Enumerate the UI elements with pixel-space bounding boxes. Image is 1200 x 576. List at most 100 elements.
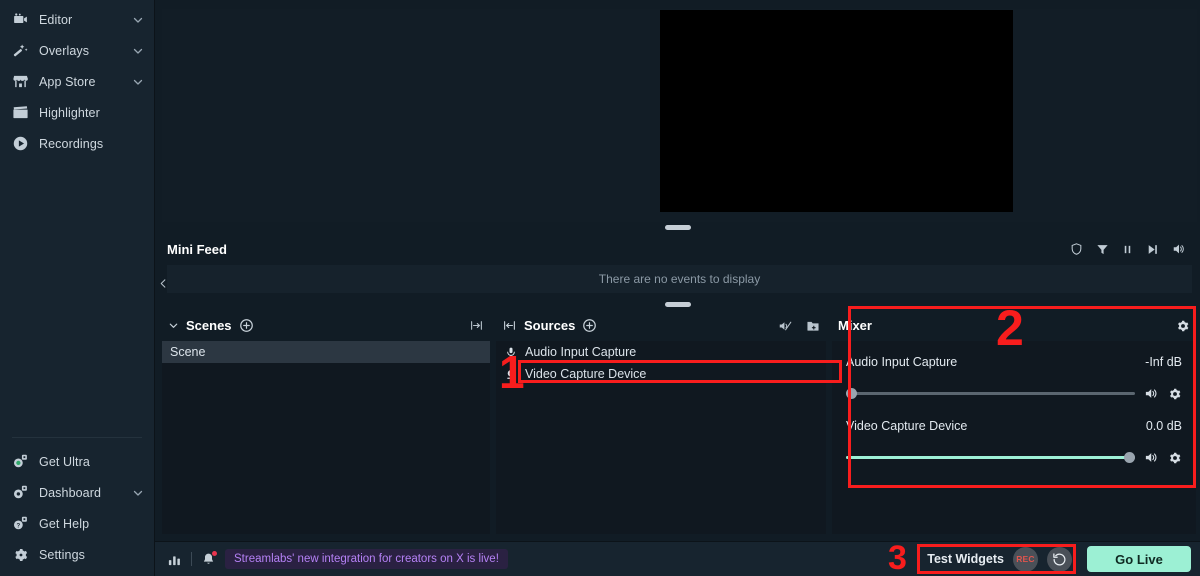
go-live-button[interactable]: Go Live xyxy=(1087,546,1191,572)
record-button[interactable]: REC xyxy=(1013,546,1038,572)
preview-section xyxy=(155,0,1200,222)
sidebar-item-label: Recordings xyxy=(39,136,104,151)
mini-feed-empty-text: There are no events to display xyxy=(598,272,761,286)
gear-icon xyxy=(12,546,29,563)
divider xyxy=(191,552,192,566)
sidebar-item-label: Dashboard xyxy=(39,485,102,500)
dashboard-icon xyxy=(12,484,29,501)
volume-slider-video-capture-device[interactable] xyxy=(846,451,1135,464)
help-icon: ? xyxy=(12,515,29,532)
scenes-panel: Scenes Scene xyxy=(162,310,490,541)
audio-muted-icon[interactable] xyxy=(778,319,792,333)
test-widgets-group: Test Widgets REC xyxy=(921,546,1078,572)
bottom-bar: Streamlabs' new integration for creators… xyxy=(155,541,1200,576)
source-item-label: Audio Input Capture xyxy=(525,345,637,359)
video-canvas[interactable] xyxy=(660,10,1013,212)
mixer-channel-name: Audio Input Capture xyxy=(846,355,958,369)
scenes-list[interactable]: Scene xyxy=(162,341,490,534)
mixer-channel-header: Video Capture Device 0.0 dB xyxy=(846,419,1182,433)
bar-chart-icon[interactable] xyxy=(167,552,182,567)
drag-handle[interactable] xyxy=(664,225,691,230)
gear-icon[interactable] xyxy=(1168,451,1182,465)
slider-fill xyxy=(846,456,1135,459)
scene-list-item[interactable]: Scene xyxy=(162,341,490,363)
collapse-horizontal-icon[interactable] xyxy=(469,319,484,332)
gear-icon[interactable] xyxy=(1176,319,1190,333)
sidebar-item-label: Get Help xyxy=(39,516,90,531)
test-widgets-button[interactable]: Test Widgets xyxy=(927,552,1004,566)
preview-display[interactable] xyxy=(162,9,1197,222)
chevron-down-icon[interactable] xyxy=(132,487,144,499)
sidebar-item-editor[interactable]: Editor xyxy=(0,4,154,35)
slider-thumb[interactable] xyxy=(846,388,857,399)
expand-horizontal-icon[interactable] xyxy=(502,319,517,332)
source-item-label: Video Capture Device xyxy=(525,367,647,381)
mixer-channel-audio-input-capture: Audio Input Capture -Inf dB xyxy=(832,347,1196,411)
sidebar-item-label: Get Ultra xyxy=(39,454,90,469)
sidebar-item-label: App Store xyxy=(39,74,96,89)
sidebar-item-dashboard[interactable]: Dashboard xyxy=(0,477,154,508)
volume-icon[interactable] xyxy=(1144,386,1159,401)
mini-feed-header: Mini Feed xyxy=(155,233,1196,265)
svg-text:?: ? xyxy=(17,523,21,529)
chevron-down-icon[interactable] xyxy=(132,45,144,57)
bell-icon[interactable] xyxy=(201,550,217,567)
sidebar-collapse-toggle[interactable] xyxy=(156,276,171,296)
shield-icon[interactable] xyxy=(1070,242,1083,256)
mixer-channel-header: Audio Input Capture -Inf dB xyxy=(846,355,1182,369)
microphone-icon xyxy=(504,345,518,359)
add-source-button[interactable] xyxy=(582,318,597,333)
webcam-icon xyxy=(504,367,518,381)
filter-icon[interactable] xyxy=(1096,243,1109,256)
streamlabs-app-window: Editor Overlays App Store Highlighter Re… xyxy=(0,0,1200,576)
sidebar-item-get-help[interactable]: ? Get Help xyxy=(0,508,154,539)
chevron-down-icon[interactable] xyxy=(132,14,144,26)
play-circle-icon xyxy=(12,135,29,152)
source-list-item-audio-input-capture[interactable]: Audio Input Capture xyxy=(496,341,826,363)
sidebar-item-app-store[interactable]: App Store xyxy=(0,66,154,97)
pause-icon[interactable] xyxy=(1122,243,1133,256)
add-folder-icon[interactable] xyxy=(806,319,820,333)
sidebar-item-overlays[interactable]: Overlays xyxy=(0,35,154,66)
mixer-channel-controls xyxy=(846,450,1182,465)
sidebar-item-label: Settings xyxy=(39,547,85,562)
slider-thumb[interactable] xyxy=(1124,452,1135,463)
sidebar-item-label: Editor xyxy=(39,12,73,27)
chevron-down-icon[interactable] xyxy=(168,320,179,331)
replay-buffer-button[interactable] xyxy=(1047,546,1072,572)
scene-item-label: Scene xyxy=(170,345,206,359)
volume-icon[interactable] xyxy=(1172,242,1186,256)
mixer-panel: Mixer Audio Input Capture -Inf dB Video … xyxy=(832,310,1196,541)
sources-title: Sources xyxy=(524,318,576,333)
mixer-channel-db: 0.0 dB xyxy=(1145,419,1182,433)
sources-panel: Sources Audio Input Capture Video Captur… xyxy=(496,310,826,541)
left-sidebar: Editor Overlays App Store Highlighter Re… xyxy=(0,0,155,576)
sidebar-item-label: Overlays xyxy=(39,43,90,58)
sources-list[interactable]: Audio Input Capture Video Capture Device xyxy=(496,341,826,534)
add-scene-button[interactable] xyxy=(239,318,254,333)
main-area: Mini Feed There are no events to display… xyxy=(155,0,1200,576)
gear-icon[interactable] xyxy=(1168,387,1182,401)
sidebar-item-highlighter[interactable]: Highlighter xyxy=(0,97,154,128)
notification-badge xyxy=(212,550,217,556)
sidebar-item-settings[interactable]: Settings xyxy=(0,539,154,570)
skip-next-icon[interactable] xyxy=(1146,243,1159,256)
magic-wand-icon xyxy=(12,42,29,59)
source-list-item-video-capture-device[interactable]: Video Capture Device xyxy=(496,363,826,385)
mini-feed-title: Mini Feed xyxy=(167,241,227,257)
mixer-channels: Audio Input Capture -Inf dB Video Captur… xyxy=(832,341,1196,534)
slider-track xyxy=(846,392,1135,395)
sidebar-divider xyxy=(12,437,142,438)
volume-slider-audio-input-capture[interactable] xyxy=(846,387,1135,400)
film-clapper-icon xyxy=(12,104,29,121)
sidebar-item-recordings[interactable]: Recordings xyxy=(0,128,154,159)
chevron-down-icon[interactable] xyxy=(132,76,144,88)
preview-resize-handle-row xyxy=(155,222,1200,233)
volume-icon[interactable] xyxy=(1144,450,1159,465)
store-icon xyxy=(12,73,29,90)
video-camera-icon xyxy=(12,11,29,28)
notification-banner[interactable]: Streamlabs' new integration for creators… xyxy=(225,549,508,569)
drag-handle[interactable] xyxy=(664,302,691,307)
sidebar-item-get-ultra[interactable]: Get Ultra xyxy=(0,446,154,477)
mixer-channel-video-capture-device: Video Capture Device 0.0 dB xyxy=(832,411,1196,475)
